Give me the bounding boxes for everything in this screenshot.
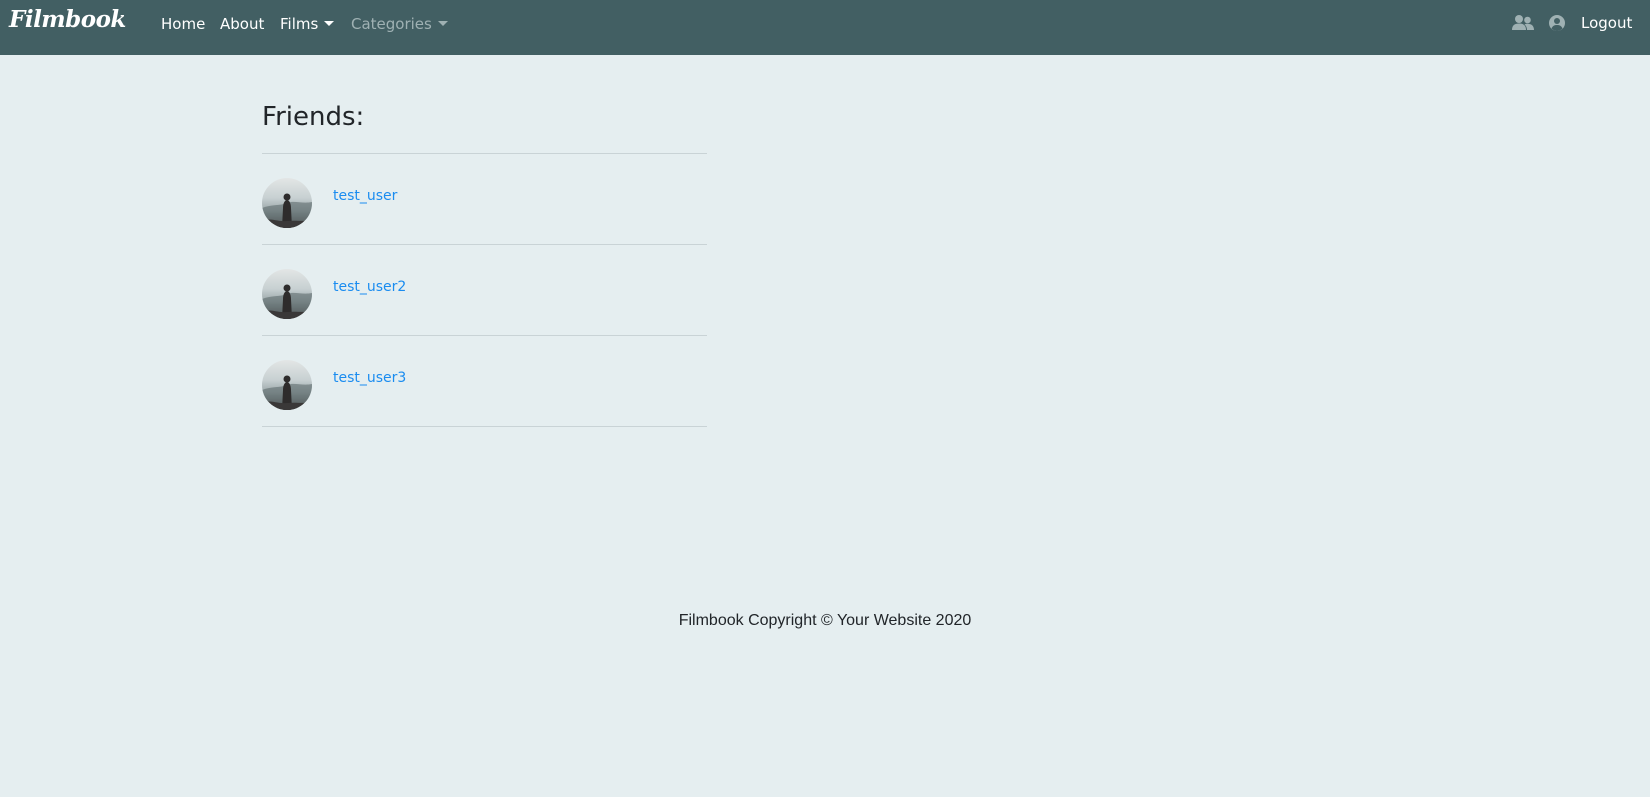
chevron-down-icon	[324, 21, 335, 26]
list-item: test_user3	[262, 360, 707, 410]
avatar-image	[262, 284, 312, 319]
footer-copyright: Filmbook Copyright © Your Website 2020	[678, 612, 972, 629]
nav-home-link[interactable]: Home	[161, 15, 205, 33]
page-background	[0, 0, 1650, 797]
divider	[262, 244, 707, 245]
avatar-image	[262, 193, 312, 228]
divider	[262, 335, 707, 336]
friend-link[interactable]: test_user3	[333, 370, 406, 386]
friend-link[interactable]: test_user2	[333, 279, 406, 295]
avatar[interactable]	[262, 360, 312, 410]
user-circle-icon-graphic	[1549, 15, 1565, 31]
list-item: test_user	[262, 178, 707, 228]
chevron-down-icon	[437, 21, 448, 26]
friends-icon[interactable]	[1512, 13, 1534, 33]
user-circle-icon[interactable]	[1547, 13, 1567, 33]
nav-films-label: Films	[280, 15, 319, 33]
top-navbar: Filmbook Home About Films Categories Log…	[0, 0, 1650, 55]
brand-logo[interactable]: Filmbook	[9, 6, 126, 33]
page-title: Friends:	[262, 102, 365, 132]
nav-categories-dropdown[interactable]: Categories	[351, 15, 448, 33]
nav-categories-label: Categories	[351, 15, 432, 33]
nav-films-dropdown[interactable]: Films	[280, 15, 335, 33]
avatar[interactable]	[262, 269, 312, 319]
avatar-image	[262, 375, 312, 410]
page: Filmbook Home About Films Categories Log…	[0, 0, 1650, 797]
friend-link[interactable]: test_user	[333, 188, 397, 204]
list-item: test_user2	[262, 269, 707, 319]
logout-link[interactable]: Logout	[1581, 14, 1632, 32]
avatar[interactable]	[262, 178, 312, 228]
friends-icon-graphic	[1512, 15, 1534, 30]
nav-about-link[interactable]: About	[220, 15, 264, 33]
divider	[262, 153, 707, 154]
divider	[262, 426, 707, 427]
